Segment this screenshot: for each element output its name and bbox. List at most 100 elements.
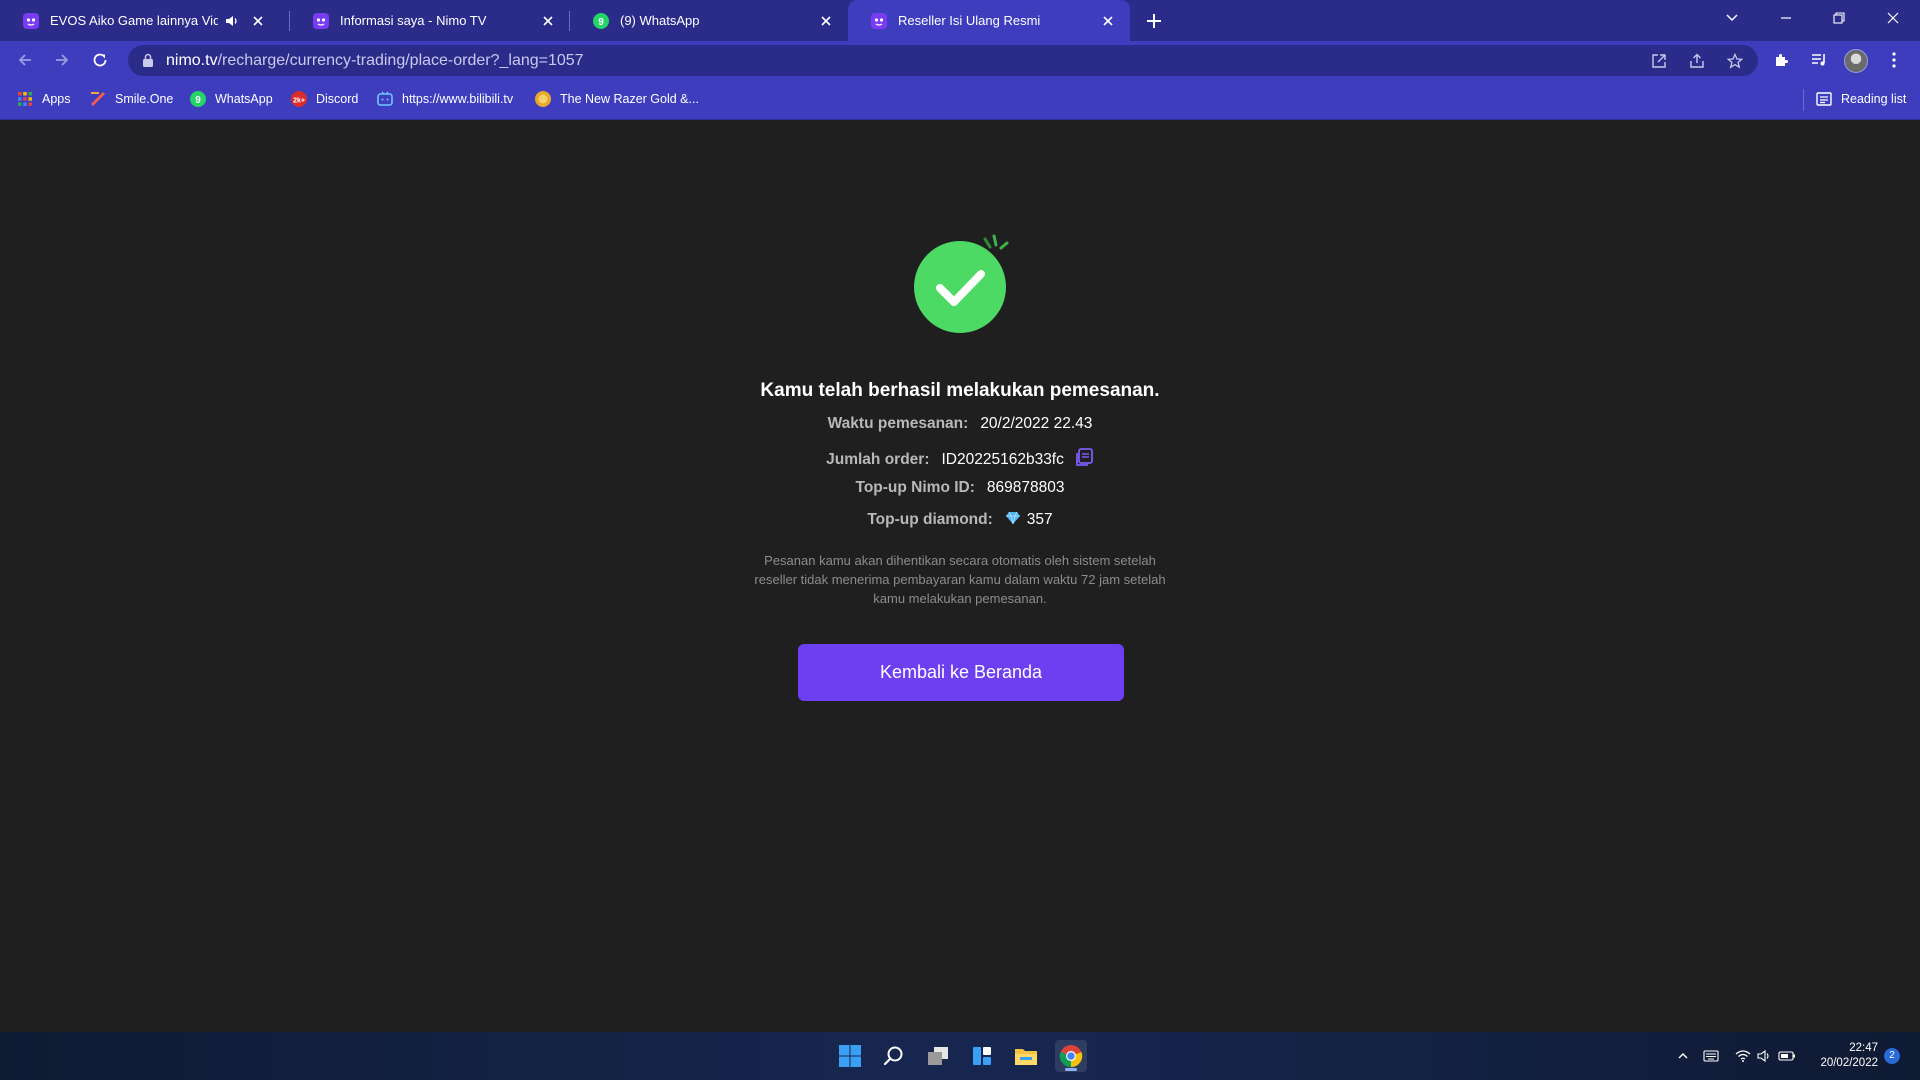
auto-cancel-notice: Pesanan kamu akan dihentikan secara otom… (754, 553, 1166, 606)
keyboard-tray-button[interactable] (1702, 1047, 1720, 1065)
battery-tray-button[interactable] (1778, 1047, 1796, 1065)
open-in-app-button[interactable] (1648, 50, 1670, 72)
back-to-home-button[interactable]: Kembali ke Beranda (798, 644, 1124, 701)
notification-badge[interactable]: 2 (1884, 1048, 1900, 1064)
search-icon (883, 1046, 903, 1066)
close-window-button[interactable] (1867, 0, 1919, 36)
nimo-favicon (313, 12, 329, 29)
puzzle-icon (1776, 54, 1788, 66)
whatsapp-icon: 9 (190, 91, 206, 107)
order-id-row: Jumlah order: ID20225162b33fc (0, 447, 1920, 469)
bookmark-label: https://www.bilibili.tv (402, 92, 514, 106)
speaker-icon (1757, 1049, 1769, 1063)
task-view-button[interactable] (922, 1040, 954, 1072)
order-time-label: Waktu pemesanan: (827, 415, 969, 432)
tab-reseller[interactable]: Reseller Isi Ulang Resmi (848, 0, 1130, 41)
start-button[interactable] (834, 1040, 866, 1072)
new-tab-icon[interactable] (1141, 8, 1167, 34)
reload-button[interactable] (88, 48, 112, 72)
taskbar-search-button[interactable] (878, 1040, 910, 1072)
forward-button[interactable] (50, 48, 74, 72)
media-controls-button[interactable] (1807, 48, 1831, 72)
svg-text:9: 9 (195, 95, 201, 106)
svg-text:9: 9 (598, 17, 604, 28)
apps-grid-icon (18, 92, 32, 106)
address-bar[interactable]: nimo.tv/recharge/currency-trading/place-… (128, 45, 1758, 76)
bookmark-whatsapp[interactable]: 9 WhatsApp (189, 88, 273, 110)
close-icon[interactable] (540, 13, 556, 29)
windows-start-icon (839, 1045, 861, 1067)
file-explorer-button[interactable] (1010, 1040, 1042, 1072)
svg-text:2k+: 2k+ (293, 98, 305, 105)
close-icon[interactable] (1100, 13, 1116, 29)
restore-button[interactable] (1813, 0, 1865, 36)
taskbar-clock[interactable]: 22:47 20/02/2022 (1808, 1041, 1878, 1071)
success-check-icon (914, 234, 1009, 333)
bookmark-smileone[interactable]: Smile.One (89, 88, 173, 110)
chevron-down-icon (1726, 14, 1738, 22)
tab-evos[interactable]: EVOS Aiko Game lainnya Video Str (0, 0, 280, 41)
share-button[interactable] (1686, 50, 1708, 72)
reading-list-button[interactable]: Reading list (1815, 88, 1906, 110)
chevron-up-icon (1678, 1053, 1688, 1059)
bookmark-bilibili[interactable]: https://www.bilibili.tv (376, 88, 513, 110)
media-queue-icon (1812, 54, 1825, 66)
bookmark-star-button[interactable] (1724, 50, 1746, 72)
speaker-icon[interactable] (224, 13, 240, 29)
external-link-icon (1652, 54, 1666, 68)
battery-charging-icon (1778, 1051, 1795, 1061)
bookmark-razer-gold[interactable]: The New Razer Gold &... (534, 88, 699, 110)
discord-icon: 2k+ (291, 91, 307, 107)
windows-taskbar: 22:47 20/02/2022 2 (0, 1032, 1920, 1080)
arrow-left-icon (18, 54, 31, 66)
smileone-icon (91, 92, 105, 106)
lock-icon[interactable] (141, 53, 155, 68)
bookmark-discord[interactable]: 2k+ Discord (290, 88, 358, 110)
show-hidden-icons-button[interactable] (1674, 1047, 1692, 1065)
close-icon[interactable] (818, 13, 834, 29)
url-text[interactable]: nimo.tv/recharge/currency-trading/place-… (166, 52, 584, 70)
tab-whatsapp[interactable]: 9 (9) WhatsApp (570, 0, 848, 41)
chrome-taskbar-button[interactable] (1055, 1040, 1087, 1072)
profile-avatar[interactable] (1844, 49, 1868, 73)
diamond-icon (1005, 511, 1020, 525)
bookmark-label: Smile.One (115, 92, 174, 106)
razer-gold-icon (535, 91, 551, 107)
minimize-button[interactable] (1760, 0, 1812, 36)
file-explorer-icon (1015, 1049, 1037, 1065)
whatsapp-favicon: 9 (593, 12, 609, 29)
url-path: /recharge/currency-trading/place-order?_… (217, 52, 584, 69)
back-button[interactable] (13, 48, 37, 72)
close-icon[interactable] (250, 13, 266, 29)
order-id-label: Jumlah order: (826, 451, 930, 468)
chrome-icon (1059, 1045, 1083, 1068)
widgets-icon (973, 1047, 991, 1065)
task-view-icon (928, 1047, 948, 1065)
minimize-icon (1781, 17, 1791, 19)
bookmarks-bar: Apps Smile.One 9 WhatsApp 2k+ Discord ht… (0, 79, 1920, 120)
restore-icon (1833, 12, 1845, 24)
menu-button[interactable] (1882, 48, 1906, 72)
wifi-tray-button[interactable] (1734, 1047, 1752, 1065)
bookmark-apps[interactable]: Apps (16, 88, 71, 110)
tab-search-button[interactable] (1706, 0, 1758, 36)
extensions-button[interactable] (1770, 48, 1794, 72)
page-content: Kamu telah berhasil melakukan pemesanan.… (0, 120, 1920, 1032)
widgets-button[interactable] (966, 1040, 998, 1072)
clock-date: 20/02/2022 (1820, 1057, 1878, 1069)
star-icon (1727, 53, 1743, 69)
tab-nimo-info[interactable]: Informasi saya - Nimo TV (290, 0, 570, 41)
volume-tray-button[interactable] (1755, 1047, 1773, 1065)
diamond-row: Top-up diamond: 357 (0, 511, 1920, 529)
diamond-label: Top-up diamond: (867, 511, 993, 528)
arrow-right-icon (56, 54, 69, 66)
keyboard-icon (1703, 1050, 1719, 1062)
bookmarks-divider (1803, 89, 1804, 111)
tab-title: (9) WhatsApp (620, 13, 700, 28)
order-id-value: ID20225162b33fc (941, 451, 1064, 468)
clock-time: 22:47 (1849, 1042, 1878, 1054)
copy-icon[interactable] (1074, 447, 1094, 467)
nimo-id-row: Top-up Nimo ID: 869878803 (0, 479, 1920, 497)
tab-title: Informasi saya - Nimo TV (340, 13, 487, 28)
reading-list-icon (1816, 92, 1832, 106)
